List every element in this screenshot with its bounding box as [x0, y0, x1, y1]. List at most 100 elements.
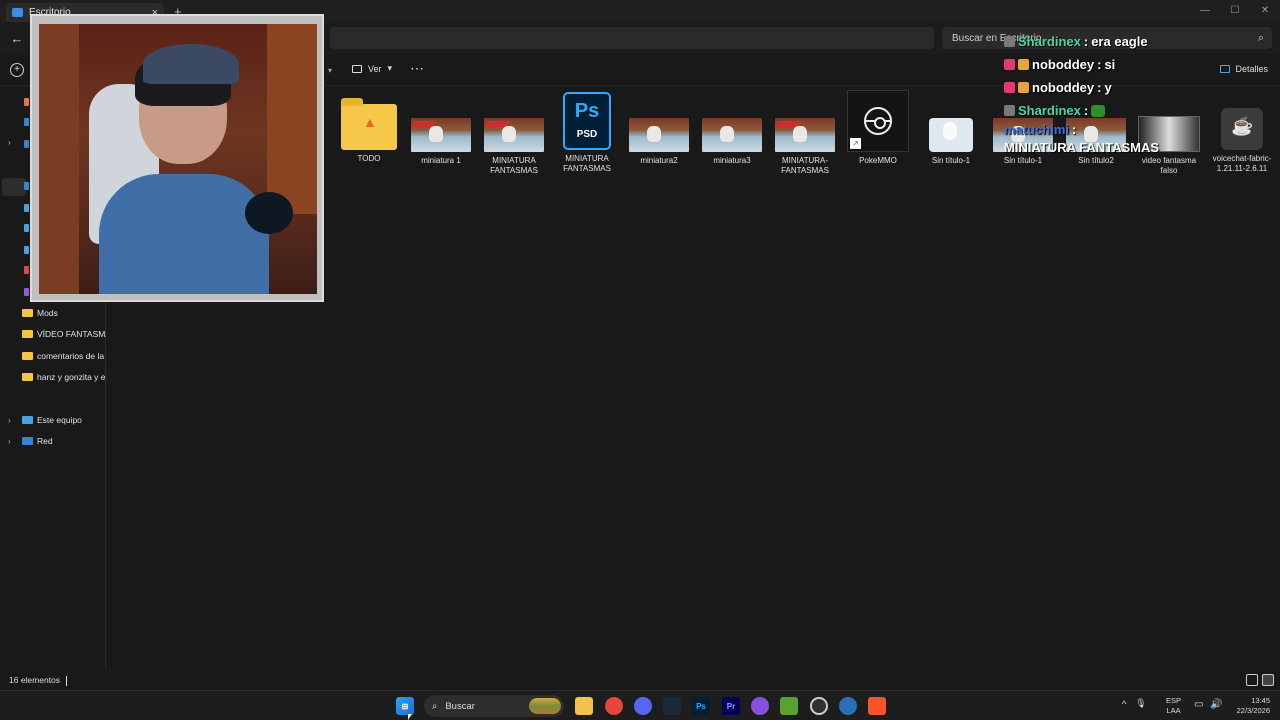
system-tray: ^ 🎙: [1122, 698, 1147, 709]
app-icon[interactable]: [751, 697, 769, 715]
computer-icon: [22, 416, 33, 424]
steam-icon[interactable]: [663, 697, 681, 715]
nav-icon: [24, 288, 29, 296]
sidebar-item-hanz[interactable]: hanz y gonzita y eri: [22, 368, 106, 386]
folder-icon: [22, 373, 33, 381]
maximize-button[interactable]: ☐: [1220, 0, 1250, 20]
mouse-cursor: [408, 714, 412, 720]
view-button[interactable]: Ver ▾: [352, 63, 392, 74]
discord-icon[interactable]: [634, 697, 652, 715]
details-button[interactable]: Detalles: [1220, 64, 1268, 74]
details-pane-icon: [1220, 65, 1231, 73]
file-item[interactable]: miniatura3: [697, 92, 767, 166]
sidebar-item-label: Mods: [37, 308, 58, 318]
file-name: miniatura3: [713, 156, 751, 165]
badge-icon: [1018, 82, 1029, 93]
minecraft-icon[interactable]: [780, 697, 798, 715]
chevron-right-icon[interactable]: ›: [8, 416, 11, 425]
nav-icon: [24, 140, 29, 148]
nav-icon: [24, 204, 29, 212]
network-icon[interactable]: ▭: [1194, 699, 1203, 710]
shortcut-arrow-icon: ↗: [850, 138, 861, 149]
badge-icon: [1004, 82, 1015, 93]
desktop-icon: [12, 8, 23, 17]
chat-clipped-line: [1004, 14, 1124, 24]
chat-text: si: [1104, 57, 1116, 72]
file-name: Sin título-1: [931, 156, 971, 165]
file-name: voicechat-fabric-1.21.11-2.6.11: [1212, 154, 1272, 173]
file-name: MINIATURA-FANTASMAS: [781, 156, 829, 175]
search-icon: ⌕: [1257, 31, 1264, 44]
chevron-down-icon[interactable]: ▾: [328, 66, 332, 75]
microphone-icon[interactable]: 🎙: [1135, 698, 1146, 709]
sidebar-item-this-pc[interactable]: Este equipo: [22, 411, 106, 429]
chevron-up-icon[interactable]: ^: [1122, 699, 1126, 709]
image-thumbnail: [629, 118, 689, 152]
file-item[interactable]: TODO: [334, 92, 404, 164]
chat-message: noboddey: y: [1004, 76, 1204, 99]
brave-icon[interactable]: [868, 697, 886, 715]
person-torso: [99, 174, 269, 294]
pokeball-icon: [864, 107, 892, 135]
large-icons-view-button[interactable]: [1262, 674, 1274, 686]
chat-separator: :: [1083, 34, 1089, 49]
nav-icon: [24, 246, 29, 254]
sidebar-item-mods[interactable]: Mods: [22, 304, 106, 322]
language-indicator[interactable]: ESP LAA: [1166, 696, 1181, 716]
ps-logo-text: Ps: [574, 100, 600, 122]
minimize-button[interactable]: —: [1190, 0, 1220, 20]
file-name: MINIATURA FANTASMAS: [563, 154, 611, 173]
more-options-button[interactable]: ⋯: [410, 60, 425, 77]
file-item[interactable]: ↗ PokeMMO: [843, 90, 913, 166]
file-item[interactable]: MINIATURA FANTASMAS: [479, 92, 549, 176]
nav-icon: [24, 266, 29, 274]
close-window-button[interactable]: ✕: [1250, 0, 1280, 20]
view-icon: [352, 64, 362, 73]
chevron-right-icon[interactable]: ›: [8, 138, 11, 147]
taskbar-search[interactable]: ⌕ Buscar: [424, 695, 564, 717]
badge-icon: [1004, 105, 1015, 116]
taskbar: ⊞ ⌕ Buscar Ps Pr ^ 🎙 ESP LAA ▭ 🔊 13:45 2…: [0, 690, 1280, 720]
selected-nav-item[interactable]: [2, 178, 26, 196]
search-highlight-icon: [529, 698, 561, 714]
chat-username: noboddey: [1032, 80, 1095, 95]
image-thumbnail: [702, 118, 762, 152]
volume-icon[interactable]: 🔊: [1210, 699, 1222, 710]
clock[interactable]: 13:45 22/3/2026: [1226, 696, 1270, 716]
chat-text: era eagle: [1091, 34, 1148, 49]
file-item[interactable]: Sin título-1: [916, 92, 986, 166]
details-view-button[interactable]: [1246, 674, 1258, 686]
file-name: miniatura2: [640, 156, 678, 165]
file-name: Sin título-1: [1003, 156, 1043, 165]
file-item[interactable]: voicechat-fabric-1.21.11-2.6.11: [1207, 92, 1277, 174]
chrome-icon[interactable]: [605, 697, 623, 715]
photoshop-icon[interactable]: Ps: [692, 697, 710, 715]
chat-text: MINIATURA FANTASMAS: [1004, 140, 1160, 155]
new-button[interactable]: +: [10, 63, 24, 77]
folder-icon: [22, 352, 33, 360]
back-button[interactable]: ←: [8, 29, 26, 47]
badge-icon: [1018, 59, 1029, 70]
ccleaner-icon[interactable]: [839, 697, 857, 715]
chevron-right-icon[interactable]: ›: [8, 437, 11, 446]
file-item[interactable]: MINIATURA-FANTASMAS: [770, 92, 840, 176]
premiere-icon[interactable]: Pr: [722, 697, 740, 715]
sidebar-item-video-fantasma[interactable]: VÍDEO FANTASMA: [22, 325, 106, 343]
badge-icon: [1004, 59, 1015, 70]
nav-icon: [24, 98, 29, 106]
sidebar-item-network[interactable]: Red: [22, 432, 106, 450]
file-item[interactable]: Ps PSD MINIATURA FANTASMAS: [552, 92, 622, 174]
file-name: MINIATURA FANTASMAS: [490, 156, 538, 175]
sidebar-item-comentarios[interactable]: comentarios de la g: [22, 347, 106, 365]
file-item[interactable]: miniatura2: [624, 92, 694, 166]
nav-icon: [24, 224, 29, 232]
obs-icon[interactable]: [810, 697, 828, 715]
file-name: TODO: [357, 154, 381, 163]
file-explorer-icon[interactable]: [575, 697, 593, 715]
file-item[interactable]: miniatura 1: [406, 92, 476, 166]
file-name: video fantasma falso: [1141, 156, 1197, 175]
windows-start-icon[interactable]: ⊞: [396, 697, 414, 715]
chat-text: y: [1104, 80, 1112, 95]
chat-username: noboddey: [1032, 57, 1095, 72]
address-bar[interactable]: [330, 27, 934, 49]
